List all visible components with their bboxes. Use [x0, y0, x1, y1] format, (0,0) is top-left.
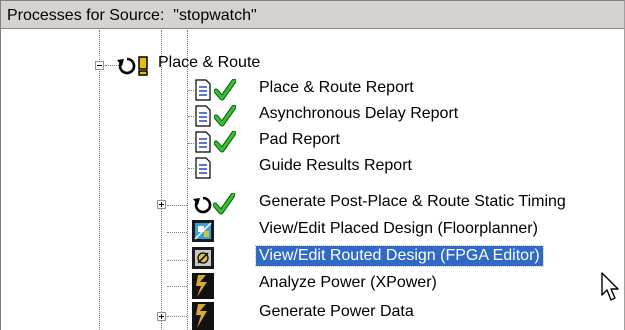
report-icon — [195, 105, 211, 127]
check-icon — [214, 79, 236, 101]
tree-item-label: Analyze Power (XPower) — [259, 274, 437, 291]
tree-item-label: Guide Results Report — [259, 157, 412, 174]
tree-item-analyze-power[interactable]: Analyze Power (XPower) — [1, 273, 624, 299]
tree-item-generate-post-place-route-static-timing[interactable]: Generate Post-Place & Route Static Timin… — [1, 192, 624, 218]
refresh-icon — [117, 57, 136, 75]
expand-toggle[interactable] — [157, 312, 166, 321]
report-icon — [195, 79, 211, 101]
tree-item-label: Place & Route — [158, 54, 261, 71]
processes-panel: Processes for Source: "stopwatch" Place … — [0, 0, 625, 330]
tree-item-generate-power-data[interactable]: Generate Power Data — [1, 302, 624, 330]
floorplanner-icon — [192, 220, 214, 242]
check-icon — [214, 105, 236, 127]
tree-item-label: Pad Report — [259, 131, 340, 148]
tree-item-label: Asynchronous Delay Report — [259, 105, 459, 122]
fpga-editor-icon — [192, 247, 214, 269]
tree-item-pad-report[interactable]: Pad Report — [1, 130, 401, 156]
tree-item-place-and-route-report[interactable]: Place & Route Report — [1, 78, 414, 104]
process-tree[interactable]: Place & Route Place & Route Report Async… — [1, 30, 624, 330]
refresh-icon — [193, 196, 212, 214]
tree-item-view-edit-routed-design[interactable]: View/Edit Routed Design (FPGA Editor) — [1, 245, 624, 272]
header-source: "stopwatch" — [173, 7, 257, 24]
tree-item-label: Place & Route Report — [259, 79, 414, 96]
tree-item-label: View/Edit Placed Design (Floorplanner) — [259, 220, 538, 237]
power-icon — [192, 302, 214, 330]
tree-item-label: Generate Power Data — [259, 303, 414, 320]
check-icon — [213, 193, 235, 215]
tree-item-guide-results-report[interactable]: Guide Results Report — [1, 156, 412, 182]
warning-icon — [138, 56, 148, 76]
tree-item-view-edit-placed-design[interactable]: View/Edit Placed Design (Floorplanner) — [1, 219, 624, 245]
header-label: Processes for Source: — [7, 7, 165, 24]
tree-item-asynchronous-delay-report[interactable]: Asynchronous Delay Report — [1, 104, 458, 130]
collapse-toggle[interactable] — [95, 61, 104, 70]
mouse-cursor-icon — [601, 272, 619, 301]
check-icon — [214, 131, 236, 153]
processes-header-title: Processes for Source: "stopwatch" — [7, 7, 257, 25]
processes-header: Processes for Source: "stopwatch" — [1, 1, 624, 29]
tree-item-place-and-route[interactable]: Place & Route — [1, 53, 401, 79]
report-icon — [195, 131, 211, 153]
report-icon — [195, 157, 211, 179]
tree-item-label: Generate Post-Place & Route Static Timin… — [259, 193, 566, 210]
tree-item-label: View/Edit Routed Design (FPGA Editor) — [255, 245, 544, 267]
expand-toggle[interactable] — [157, 200, 166, 209]
power-icon — [192, 273, 214, 299]
